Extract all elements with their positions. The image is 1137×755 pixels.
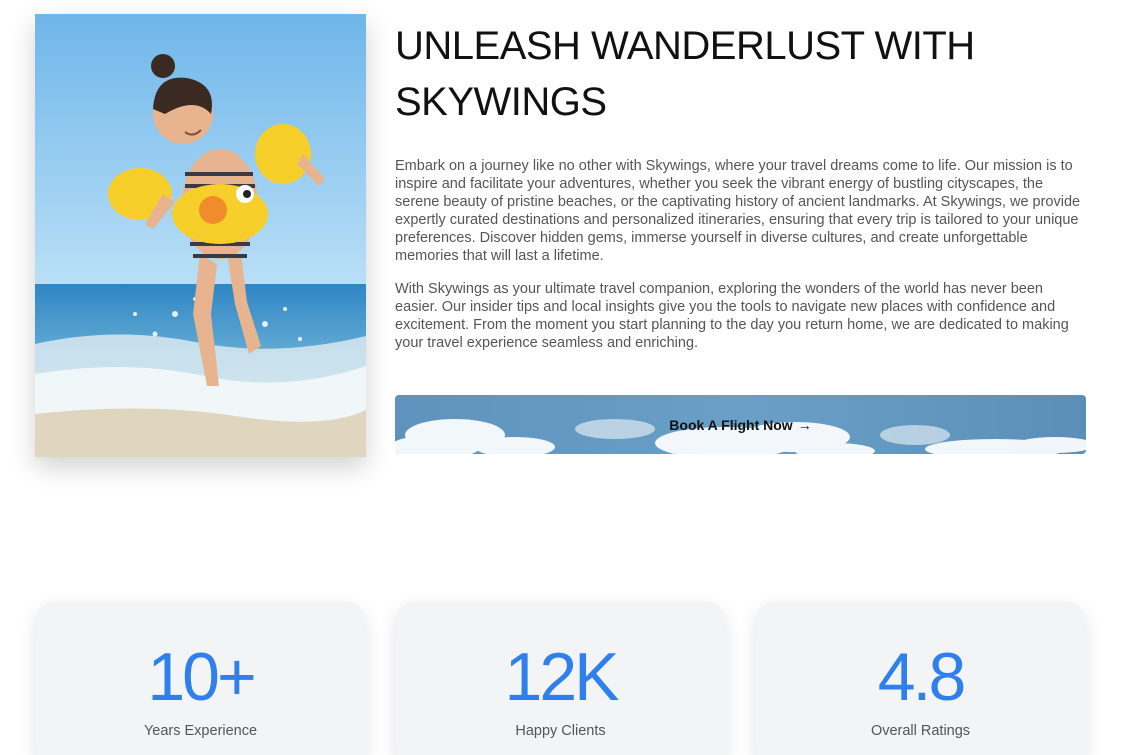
- stat-card-experience: 10+ Years Experience: [35, 601, 366, 755]
- book-flight-button[interactable]: Book A Flight Now →: [395, 395, 1086, 454]
- stat-value: 4.8: [877, 639, 967, 715]
- arrow-right-icon: →: [797, 416, 812, 433]
- stat-value: 12K: [504, 639, 620, 715]
- about-section: UNLEASH WANDERLUST WITH SKYWINGS Embark …: [0, 0, 1137, 755]
- stat-label: Years Experience: [143, 723, 258, 739]
- section-heading: UNLEASH WANDERLUST WITH SKYWINGS: [395, 24, 975, 124]
- hero-photo: [35, 14, 366, 457]
- intro-paragraph: Embark on a journey like no other with S…: [395, 158, 1081, 264]
- cta-label: Book A Flight Now: [669, 416, 793, 433]
- stat-label: Happy Clients: [515, 723, 606, 739]
- stat-value: 10+: [147, 639, 256, 715]
- companion-paragraph: With Skywings as your ultimate travel co…: [395, 281, 1069, 351]
- beach-child-illustration: [35, 14, 366, 457]
- stat-card-ratings: 4.8 Overall Ratings: [755, 601, 1086, 755]
- stat-label: Overall Ratings: [870, 723, 971, 739]
- stat-card-clients: 12K Happy Clients: [395, 601, 726, 755]
